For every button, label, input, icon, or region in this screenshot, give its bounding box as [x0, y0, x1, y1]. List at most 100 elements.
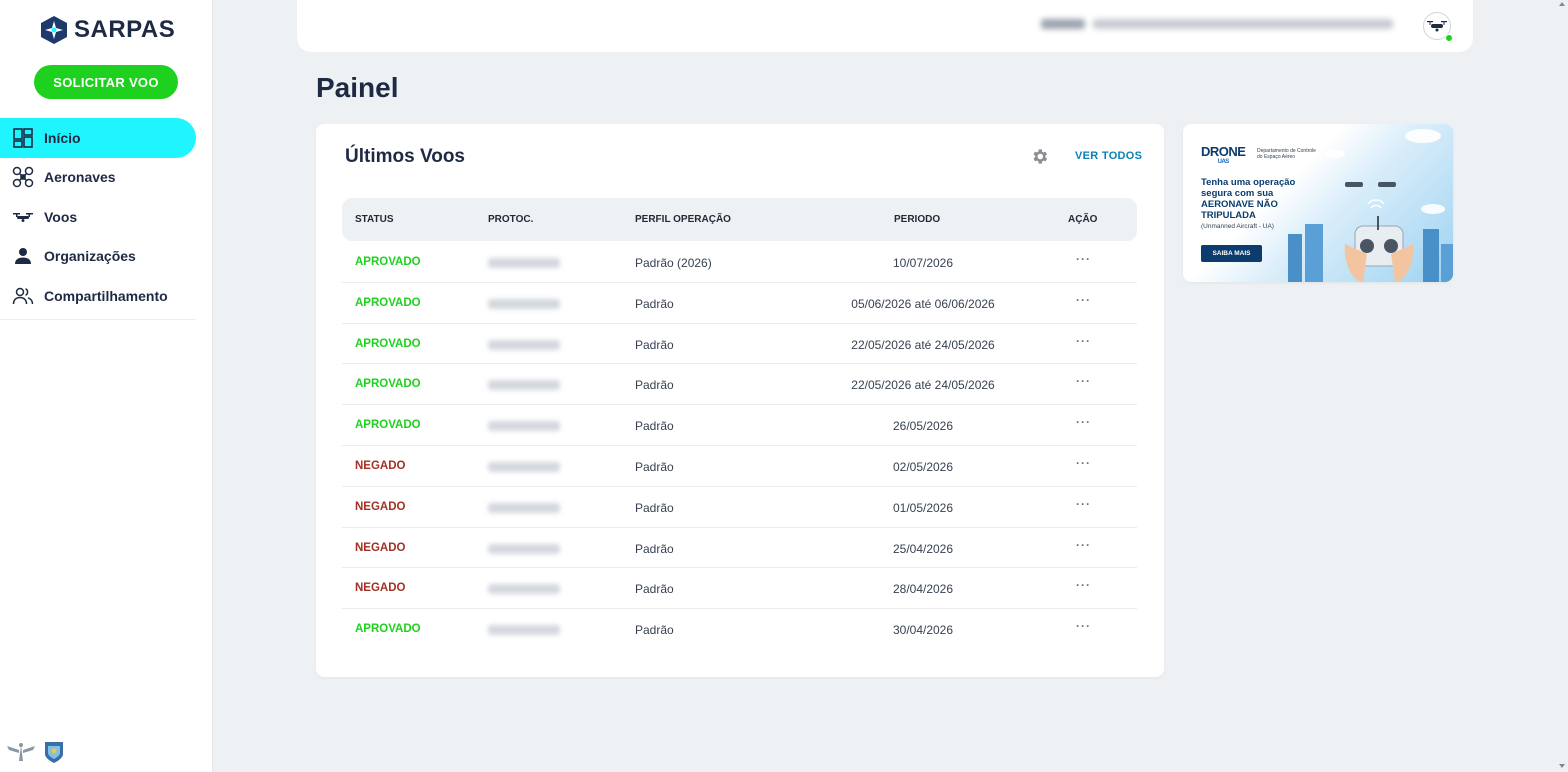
- perfil-operacao-cell: Padrão: [635, 459, 674, 474]
- row-actions-button[interactable]: ···: [1076, 497, 1091, 511]
- periodo-cell: 05/06/2026 até 06/06/2026: [851, 296, 995, 311]
- perfil-operacao-cell: Padrão: [635, 378, 674, 393]
- perfil-operacao-cell: Padrão: [635, 419, 674, 434]
- protocol-redacted: [488, 258, 560, 268]
- column-header-perfil: PERFIL OPERAÇÃO: [635, 214, 731, 225]
- footer-logos: [6, 740, 64, 764]
- row-actions-button[interactable]: ···: [1076, 252, 1091, 266]
- row-actions-button[interactable]: ···: [1076, 293, 1091, 307]
- periodo-cell: 01/05/2026: [892, 500, 954, 515]
- column-header-periodo: PERIODO: [894, 214, 941, 225]
- table-row[interactable]: APROVADO Padrão 05/06/2026 até 06/06/2026 ·…: [342, 283, 1137, 324]
- column-header-acao: AÇÃO: [1068, 214, 1098, 225]
- sidebar-item-aeronaves[interactable]: Aeronaves: [0, 158, 200, 198]
- table-row[interactable]: NEGADO Padrão 25/04/2026 ···: [342, 528, 1137, 569]
- banner-subtitle: (Unmanned Aircraft - UA): [1201, 223, 1274, 230]
- periodo-cell: 25/04/2026: [892, 541, 954, 556]
- sidebar-item-inicio[interactable]: Início: [0, 118, 196, 158]
- avatar[interactable]: [1423, 12, 1453, 42]
- row-actions-button[interactable]: ···: [1076, 374, 1091, 388]
- protocol-redacted: [488, 380, 560, 391]
- protocol-redacted: [488, 298, 560, 309]
- protocol-redacted: [488, 584, 560, 595]
- perfil-operacao-cell: Padrão: [635, 623, 674, 638]
- protocol-redacted: [488, 339, 560, 350]
- table-row[interactable]: NEGADO Padrão 01/05/2026 ···: [342, 487, 1137, 528]
- top-bar: [297, 0, 1473, 52]
- status-badge: APROVADO: [355, 256, 421, 268]
- sidebar-item-label: Aeronaves: [44, 169, 116, 186]
- perfil-operacao-cell: Padrão: [635, 500, 674, 515]
- sidebar-item-label: Início: [44, 129, 81, 146]
- periodo-cell: 22/05/2026 até 24/05/2026: [851, 378, 995, 393]
- flight-drone-icon: [13, 212, 33, 222]
- solicitar-voo-button[interactable]: SOLICITAR VOO: [34, 65, 178, 99]
- scrollbar[interactable]: [1556, 0, 1568, 772]
- banner-drone-logo: DRONE UAS: [1201, 144, 1246, 165]
- protocol-redacted: [488, 421, 560, 432]
- table-row[interactable]: NEGADO Padrão 02/05/2026 ···: [342, 446, 1137, 487]
- fab-wings-icon: [7, 743, 35, 761]
- status-badge: NEGADO: [355, 459, 406, 472]
- table-row[interactable]: APROVADO Padrão 22/05/2026 até 24/05/2026 ·…: [342, 324, 1137, 365]
- sidebar: SARPAS SOLICITAR VOO Início Aeronaves Vo…: [0, 0, 213, 772]
- row-actions-button[interactable]: ···: [1076, 415, 1091, 429]
- status-badge: NEGADO: [355, 582, 406, 595]
- page-title: Painel: [316, 72, 399, 103]
- drone-avatar-icon: [1427, 21, 1447, 32]
- ver-todos-link[interactable]: VER TODOS: [1075, 150, 1142, 162]
- sidebar-item-label: Organizações: [44, 248, 136, 265]
- protocol-redacted: [488, 502, 560, 513]
- column-header-status: STATUS: [355, 214, 394, 225]
- status-badge: APROVADO: [355, 419, 421, 432]
- sidebar-nav: Início Aeronaves Voos Organizações Compa…: [0, 118, 200, 316]
- drone-promo-banner[interactable]: DRONE UAS Departamento de Controle do Es…: [1183, 124, 1453, 282]
- table-header: STATUS PROTOC. PERFIL OPERAÇÃO PERIODO A…: [342, 198, 1137, 241]
- table-row[interactable]: APROVADO Padrão 26/05/2026 ···: [342, 405, 1137, 446]
- drone-icon: [12, 167, 34, 188]
- decea-shield-icon: [45, 742, 63, 763]
- table-row[interactable]: APROVADO Padrão (2026) 10/07/2026 ···: [342, 242, 1137, 283]
- periodo-cell: 02/05/2026: [892, 459, 954, 474]
- table-row[interactable]: APROVADO Padrão 30/04/2026 ···: [342, 609, 1137, 650]
- row-actions-button[interactable]: ···: [1076, 619, 1091, 633]
- sidebar-item-label: Voos: [44, 208, 78, 225]
- protocol-redacted: [488, 625, 560, 636]
- perfil-operacao-cell: Padrão: [635, 296, 674, 311]
- app-logo[interactable]: SARPAS: [40, 15, 175, 45]
- saiba-mais-button[interactable]: SAIBA MAIS: [1201, 245, 1262, 262]
- periodo-cell: 28/04/2026: [892, 582, 954, 597]
- row-actions-button[interactable]: ···: [1076, 334, 1091, 348]
- status-badge: APROVADO: [355, 296, 421, 309]
- ultimos-voos-card: Últimos Voos VER TODOS STATUS PROTOC. PE…: [316, 124, 1164, 677]
- sidebar-item-compartilhamento[interactable]: Compartilhamento: [0, 276, 200, 316]
- flights-table-body: APROVADO Padrão (2026) 10/07/2026 ··· APROVA…: [342, 242, 1137, 650]
- periodo-cell: 10/07/2026: [892, 256, 954, 270]
- column-header-protocolo: PROTOC.: [488, 214, 534, 225]
- sidebar-item-organizacoes[interactable]: Organizações: [0, 237, 200, 277]
- perfil-operacao-cell: Padrão: [635, 337, 674, 352]
- table-row[interactable]: APROVADO Padrão 22/05/2026 até 24/05/2026 ·…: [342, 364, 1137, 406]
- status-badge: APROVADO: [355, 337, 421, 350]
- sidebar-item-voos[interactable]: Voos: [0, 197, 200, 237]
- gear-icon[interactable]: [1030, 147, 1049, 166]
- row-actions-button[interactable]: ···: [1076, 578, 1091, 592]
- sidebar-divider: [0, 319, 196, 320]
- app-title: SARPAS: [74, 16, 176, 43]
- row-actions-button[interactable]: ···: [1076, 538, 1091, 552]
- sidebar-item-label: Compartilhamento: [44, 287, 168, 304]
- sarpas-logo-icon: [41, 16, 67, 44]
- people-icon: [12, 287, 34, 304]
- status-badge: APROVADO: [355, 623, 421, 636]
- person-icon: [15, 248, 31, 265]
- drone-controller-illustration: [1288, 129, 1453, 282]
- perfil-operacao-cell: Padrão: [635, 541, 674, 556]
- status-badge: NEGADO: [355, 541, 406, 554]
- protocol-redacted: [488, 461, 560, 472]
- online-status-dot: [1445, 34, 1453, 42]
- periodo-cell: 26/05/2026: [892, 419, 954, 434]
- table-row[interactable]: NEGADO Padrão 28/04/2026 ···: [342, 568, 1137, 610]
- periodo-cell: 30/04/2026: [892, 623, 954, 638]
- row-actions-button[interactable]: ···: [1076, 456, 1091, 470]
- protocol-redacted: [488, 543, 560, 554]
